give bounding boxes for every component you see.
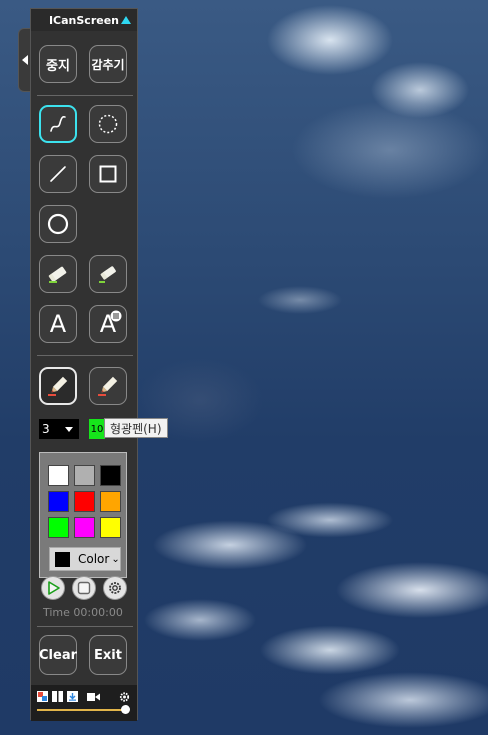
freehand-curve-icon xyxy=(50,115,66,132)
record-settings-button[interactable] xyxy=(103,576,127,600)
highlighter-size-value: 10 xyxy=(90,423,104,435)
line-icon xyxy=(50,166,66,182)
rectangle-icon xyxy=(99,165,117,183)
dotted-circle-icon xyxy=(98,114,118,134)
pen-icon xyxy=(48,376,68,396)
gear-icon xyxy=(109,582,121,594)
color-swatch-gray[interactable] xyxy=(74,465,95,486)
app-title: ICanScreen xyxy=(48,13,120,27)
pen-size-dropdown[interactable]: 3 xyxy=(39,419,79,439)
exit-label: Exit xyxy=(94,647,122,663)
text-tool-letter: A xyxy=(49,310,67,338)
clear-button[interactable]: Clear xyxy=(39,635,77,675)
separator xyxy=(37,626,133,627)
color-swatch-red[interactable] xyxy=(74,491,95,512)
highlighter-size-field[interactable]: 10 xyxy=(89,419,105,439)
color-swatch-white[interactable] xyxy=(48,465,69,486)
record-stop-button[interactable] xyxy=(72,576,96,600)
text-style-button[interactable]: A xyxy=(89,305,127,343)
current-color-swatch xyxy=(55,551,70,567)
highlighter-button[interactable] xyxy=(89,367,127,405)
toolbar-panel: ICanScreen 중지 감추기 A A 3 10 Color ⌄ Time … xyxy=(30,8,138,721)
clear-label: Clear xyxy=(39,647,77,663)
settings-gear-icon[interactable] xyxy=(119,691,130,702)
custom-color-button[interactable]: Color ⌄ xyxy=(49,547,121,571)
separator xyxy=(37,355,133,356)
line-tool-button[interactable] xyxy=(39,155,77,193)
exit-button[interactable]: Exit xyxy=(89,635,127,675)
rectangle-tool-button[interactable] xyxy=(89,155,127,193)
color-swatch-orange[interactable] xyxy=(100,491,121,512)
eraser-small-icon xyxy=(99,266,116,283)
color-swatch-green[interactable] xyxy=(48,517,69,538)
hide-label: 감추기 xyxy=(91,57,125,72)
text-tool-button[interactable]: A xyxy=(39,305,77,343)
download-icon[interactable] xyxy=(67,691,78,702)
eraser-button[interactable] xyxy=(39,255,77,293)
record-timer: Time 00:00:00 xyxy=(43,606,123,619)
pen-size-value: 3 xyxy=(42,422,50,436)
stop-icon xyxy=(77,581,91,595)
eraser-icon xyxy=(48,266,67,283)
pen-button[interactable] xyxy=(39,367,77,405)
color-swatch-blue[interactable] xyxy=(48,491,69,512)
color-swatch-yellow[interactable] xyxy=(100,517,121,538)
bottom-toolbar xyxy=(31,685,137,721)
highlighter-tooltip: 형광펜(H) xyxy=(104,418,168,438)
circle-icon xyxy=(47,213,69,235)
opacity-slider[interactable] xyxy=(37,709,125,711)
video-camera-icon[interactable] xyxy=(87,691,101,702)
collapse-up-icon[interactable] xyxy=(121,16,131,24)
color-swatch-black[interactable] xyxy=(100,465,121,486)
stop-button[interactable]: 중지 xyxy=(39,45,77,83)
split-view-icon[interactable] xyxy=(52,691,63,702)
screenshot-icon[interactable] xyxy=(37,691,48,702)
opacity-slider-knob[interactable] xyxy=(121,705,130,714)
color-swatch-magenta[interactable] xyxy=(74,517,95,538)
highlighter-icon xyxy=(98,376,118,396)
lasso-select-button[interactable] xyxy=(89,105,127,143)
collapse-arrow-icon xyxy=(22,55,28,65)
freehand-pen-button[interactable] xyxy=(39,105,77,143)
stop-label: 중지 xyxy=(46,58,70,74)
partial-eraser-button[interactable] xyxy=(89,255,127,293)
dropdown-arrow-icon xyxy=(65,427,73,432)
chevron-down-icon: ⌄ xyxy=(111,553,120,565)
color-palette: Color ⌄ xyxy=(39,452,127,578)
text-list-icon xyxy=(110,310,122,322)
toolbar-titlebar[interactable]: ICanScreen xyxy=(31,9,137,31)
circle-tool-button[interactable] xyxy=(39,205,77,243)
record-play-button[interactable] xyxy=(41,576,65,600)
hide-button[interactable]: 감추기 xyxy=(89,45,127,83)
color-label: Color xyxy=(78,552,110,566)
separator xyxy=(37,95,133,96)
play-icon xyxy=(48,581,60,595)
